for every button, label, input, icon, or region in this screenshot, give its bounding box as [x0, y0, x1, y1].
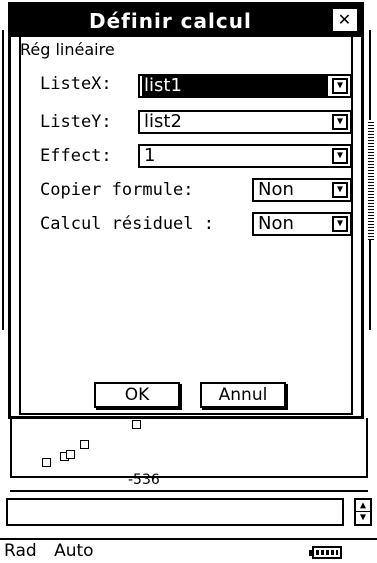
calc-mode[interactable]: Auto	[54, 541, 93, 561]
chevron-down-icon[interactable]: ▼	[332, 216, 348, 232]
graph-area	[10, 418, 368, 478]
scatter-point	[66, 450, 75, 459]
spin-buttons[interactable]: ▲ ▼	[354, 498, 372, 526]
entry-input[interactable]	[6, 498, 344, 526]
calc-type-label: Rég linéaire	[20, 40, 115, 59]
listx-select[interactable]: list1 ▼	[138, 74, 352, 98]
axis-value-label: -536	[128, 472, 160, 488]
graph-bottom-border	[10, 490, 368, 492]
listx-value: list1	[142, 76, 328, 96]
residual-value: Non	[258, 213, 294, 234]
background-window-edge-left	[0, 30, 4, 330]
scatter-point	[80, 440, 89, 449]
copy-formula-select[interactable]: Non ▼	[252, 178, 352, 202]
copy-formula-label: Copier formule:	[40, 180, 194, 200]
scatter-point	[42, 458, 51, 467]
listy-value: list2	[144, 111, 182, 132]
background-scrollbar[interactable]	[368, 120, 374, 240]
close-button[interactable]: ✕	[333, 9, 357, 31]
scatter-point	[132, 420, 141, 429]
residual-select[interactable]: Non ▼	[252, 212, 352, 236]
listy-label: ListeY:	[40, 112, 112, 132]
chevron-down-icon[interactable]: ▼	[332, 114, 348, 130]
residual-label: Calcul résiduel :	[40, 214, 214, 234]
battery-icon	[309, 546, 342, 559]
effect-value: 1	[144, 145, 156, 166]
dialog-title: Définir calcul	[89, 9, 252, 33]
listx-label: ListeX:	[40, 74, 112, 94]
angle-mode[interactable]: Rad	[4, 541, 37, 561]
dialog-titlebar: Définir calcul ✕	[11, 5, 361, 37]
chevron-down-icon[interactable]: ▼	[332, 182, 348, 198]
cancel-button[interactable]: Annul	[200, 382, 286, 408]
spin-up-icon[interactable]: ▲	[356, 500, 370, 512]
status-bar: Rad Auto	[0, 538, 377, 563]
chevron-down-icon[interactable]: ▼	[332, 148, 348, 164]
chevron-down-icon[interactable]: ▼	[332, 78, 348, 94]
effect-select[interactable]: 1 ▼	[138, 144, 352, 168]
copy-formula-value: Non	[258, 179, 294, 200]
define-calc-dialog: Définir calcul ✕	[8, 2, 364, 419]
listy-select[interactable]: list2 ▼	[138, 110, 352, 134]
effect-label: Effect:	[40, 146, 112, 166]
spin-down-icon[interactable]: ▼	[356, 512, 370, 523]
ok-button[interactable]: OK	[94, 382, 180, 408]
graph-divider	[10, 476, 368, 478]
